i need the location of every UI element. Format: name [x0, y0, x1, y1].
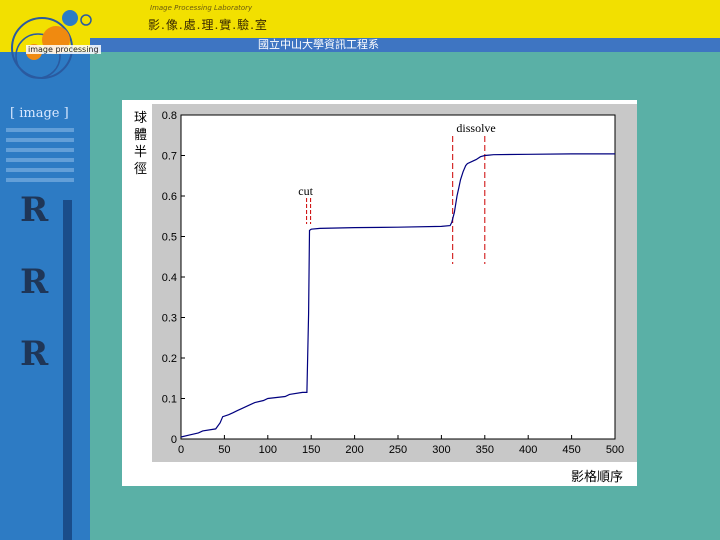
x-tick-label: 150: [302, 444, 320, 456]
chart-panel: 0 50 100 150 200 250 300 350 400 450 500 0 0.1 0.2 0.3…: [122, 100, 637, 486]
department-name: 國立中山大學資訊工程系: [258, 38, 379, 51]
sidebar-r-graphic: R: [20, 334, 49, 374]
sidebar-fine-print: [6, 178, 74, 182]
y-tick-label: 0.4: [162, 272, 177, 284]
y-axis-label-char: 體: [134, 128, 147, 143]
x-tick-label: 400: [519, 444, 537, 456]
sidebar-fine-print: [6, 128, 74, 132]
y-tick-label: 0: [171, 434, 177, 446]
y-tick-label: 0.3: [162, 313, 177, 325]
header-blue-band: [90, 38, 720, 52]
x-axis-label: 影格順序: [571, 469, 623, 485]
y-axis-label-char: 球: [134, 111, 147, 126]
header-subtitle: Image Processing Laboratory: [150, 4, 253, 12]
y-tick-label: 0.8: [162, 110, 177, 122]
y-tick-label: 0.7: [162, 151, 177, 163]
x-tick-label: 450: [562, 444, 580, 456]
y-tick-label: 0.1: [162, 394, 177, 406]
x-tick-label: 100: [259, 444, 277, 456]
x-tick-label: 350: [476, 444, 494, 456]
y-tick-label: 0.6: [162, 191, 177, 203]
sidebar-fine-print: [6, 138, 74, 142]
x-tick-label: 500: [606, 444, 624, 456]
y-axis-label: 球體半徑: [134, 111, 147, 177]
y-tick-label: 0.5: [162, 232, 177, 244]
y-axis-label-char: 徑: [134, 162, 147, 177]
y-axis-label-char: 半: [134, 145, 147, 160]
plot-area: [180, 114, 616, 440]
y-tick-label: 0.2: [162, 353, 177, 365]
sidebar-title: [ image ]: [10, 106, 69, 121]
radius-chart: 0 50 100 150 200 250 300 350 400 450 500 0 0.1 0.2 0.3…: [134, 104, 637, 485]
sidebar-fine-print: [6, 148, 74, 152]
x-tick-label: 0: [178, 444, 184, 456]
sidebar-fine-print: [6, 158, 74, 162]
header-title: 影.像.處.理.實.驗.室: [148, 18, 268, 32]
logo-text: image processing: [26, 45, 101, 54]
x-tick-label: 200: [345, 444, 363, 456]
x-tick-label: 250: [389, 444, 407, 456]
sidebar-r-graphic: R: [20, 190, 49, 230]
annotation-cut: cut: [298, 184, 313, 198]
x-tick-label: 50: [218, 444, 230, 456]
x-tick-label: 300: [432, 444, 450, 456]
sidebar-strip: [63, 200, 72, 540]
sidebar-r-graphic: R: [20, 262, 49, 302]
sidebar-fine-print: [6, 168, 74, 172]
annotation-dissolve: dissolve: [456, 121, 495, 135]
